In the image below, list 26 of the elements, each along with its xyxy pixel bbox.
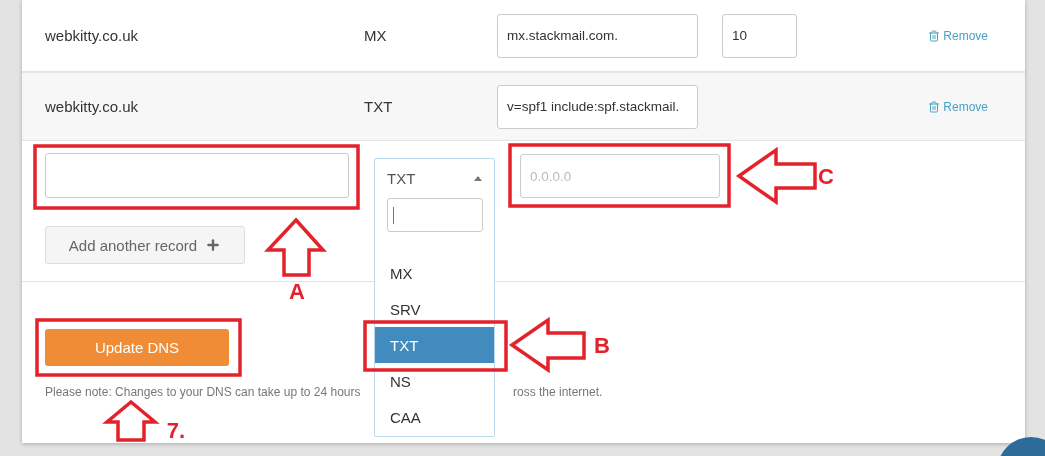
dropdown-option[interactable]: TXT bbox=[375, 327, 494, 363]
record-value-field[interactable]: mx.stackmail.com. bbox=[497, 13, 698, 58]
record-type: MX bbox=[364, 27, 388, 44]
search-field[interactable] bbox=[387, 198, 483, 232]
record-name: webkitty.co.uk bbox=[44, 98, 140, 115]
caret-up-icon bbox=[474, 175, 482, 181]
annotation-arrow bbox=[102, 399, 160, 442]
note-text: Please note: Changes to your DNS can take up to 24 hours bbox=[45, 385, 362, 399]
trash-icon bbox=[928, 100, 941, 113]
record-name: webkitty.co.uk bbox=[44, 27, 140, 44]
value-field[interactable]: 0.0.0.0 bbox=[520, 154, 720, 198]
annotation-label: B bbox=[594, 333, 610, 358]
annotation-label: 7. bbox=[166, 418, 186, 443]
trash-icon bbox=[928, 29, 941, 42]
selected-type: TXT bbox=[387, 169, 416, 187]
record-value-field[interactable]: v=spf1 include:spf.stackmail. bbox=[497, 84, 698, 129]
name-field[interactable] bbox=[45, 153, 349, 198]
plus-icon bbox=[205, 237, 222, 253]
annotation-arrow bbox=[263, 217, 327, 277]
record-type: TXT bbox=[364, 98, 394, 115]
annotation-label: A bbox=[289, 279, 305, 304]
type-dropdown[interactable]: TXT MX SRV TXT NS CAA bbox=[374, 158, 495, 437]
add-record-button[interactable]: Add another record bbox=[45, 226, 245, 264]
priority-field[interactable]: 10 bbox=[722, 13, 797, 58]
note-text: ross the internet. bbox=[513, 385, 603, 399]
annotation-label: C bbox=[818, 164, 834, 189]
